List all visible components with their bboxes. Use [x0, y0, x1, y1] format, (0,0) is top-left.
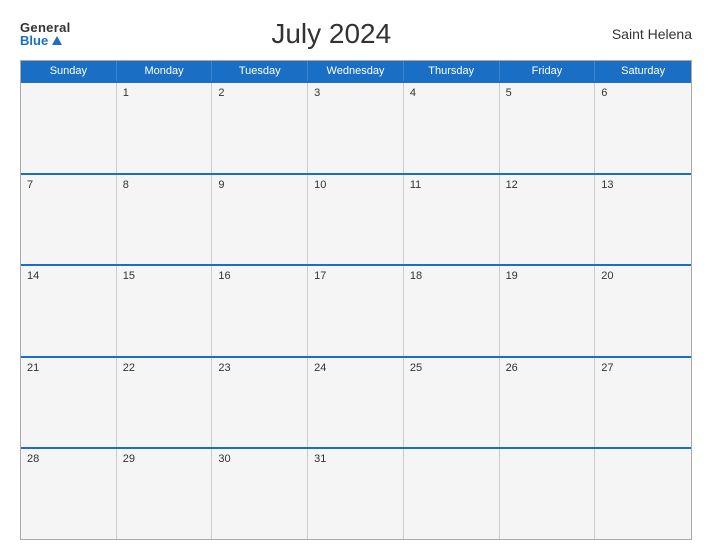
page: General Blue July 2024 Saint Helena Sund… — [0, 0, 712, 550]
day-headers: SundayMondayTuesdayWednesdayThursdayFrid… — [21, 61, 691, 81]
day-cell: 24 — [308, 358, 404, 448]
day-cell: 23 — [212, 358, 308, 448]
day-number: 23 — [218, 362, 301, 374]
day-header-sunday: Sunday — [21, 61, 117, 81]
logo-blue: Blue — [20, 34, 62, 47]
day-cell: 28 — [21, 449, 117, 539]
calendar: SundayMondayTuesdayWednesdayThursdayFrid… — [20, 60, 692, 540]
day-number: 20 — [601, 270, 685, 282]
day-number: 8 — [123, 179, 206, 191]
day-cell — [404, 449, 500, 539]
month-title: July 2024 — [71, 18, 592, 50]
day-cell: 14 — [21, 266, 117, 356]
day-cell: 7 — [21, 175, 117, 265]
day-cell: 18 — [404, 266, 500, 356]
day-cell: 17 — [308, 266, 404, 356]
day-cell — [21, 83, 117, 173]
day-cell: 15 — [117, 266, 213, 356]
day-header-saturday: Saturday — [595, 61, 691, 81]
day-number: 17 — [314, 270, 397, 282]
day-cell: 4 — [404, 83, 500, 173]
day-cell: 30 — [212, 449, 308, 539]
day-cell: 31 — [308, 449, 404, 539]
day-number: 24 — [314, 362, 397, 374]
day-number: 28 — [27, 453, 110, 465]
day-number: 15 — [123, 270, 206, 282]
day-cell: 13 — [595, 175, 691, 265]
day-number: 6 — [601, 87, 685, 99]
day-number: 13 — [601, 179, 685, 191]
day-number: 12 — [506, 179, 589, 191]
day-number: 4 — [410, 87, 493, 99]
day-number: 29 — [123, 453, 206, 465]
day-cell: 25 — [404, 358, 500, 448]
day-number: 9 — [218, 179, 301, 191]
day-cell: 9 — [212, 175, 308, 265]
day-cell: 11 — [404, 175, 500, 265]
day-cell — [500, 449, 596, 539]
day-number: 5 — [506, 87, 589, 99]
location: Saint Helena — [592, 26, 692, 42]
day-number: 3 — [314, 87, 397, 99]
day-cell — [595, 449, 691, 539]
day-header-tuesday: Tuesday — [212, 61, 308, 81]
day-cell: 2 — [212, 83, 308, 173]
day-cell: 16 — [212, 266, 308, 356]
logo-area: General Blue — [20, 21, 71, 47]
day-number: 26 — [506, 362, 589, 374]
header: General Blue July 2024 Saint Helena — [20, 18, 692, 50]
day-cell: 22 — [117, 358, 213, 448]
day-cell: 5 — [500, 83, 596, 173]
week-row-3: 14 15 16 17 18 19 20 — [21, 264, 691, 356]
day-cell: 12 — [500, 175, 596, 265]
day-cell: 27 — [595, 358, 691, 448]
day-number: 7 — [27, 179, 110, 191]
day-cell: 19 — [500, 266, 596, 356]
day-number: 1 — [123, 87, 206, 99]
day-number: 31 — [314, 453, 397, 465]
day-header-thursday: Thursday — [404, 61, 500, 81]
day-cell: 8 — [117, 175, 213, 265]
day-number: 27 — [601, 362, 685, 374]
week-row-2: 7 89 10 11 12 13 — [21, 173, 691, 265]
day-number: 21 — [27, 362, 110, 374]
day-number: 2 — [218, 87, 301, 99]
logo-triangle-icon — [52, 36, 62, 45]
day-cell: 3 — [308, 83, 404, 173]
day-cell: 20 — [595, 266, 691, 356]
week-row-5: 28 29 30 31 — [21, 447, 691, 539]
day-number: 18 — [410, 270, 493, 282]
day-cell: 29 — [117, 449, 213, 539]
day-cell: 6 — [595, 83, 691, 173]
day-number: 19 — [506, 270, 589, 282]
day-header-friday: Friday — [500, 61, 596, 81]
day-number: 22 — [123, 362, 206, 374]
day-cell: 21 — [21, 358, 117, 448]
day-number: 30 — [218, 453, 301, 465]
day-cell: 1 — [117, 83, 213, 173]
day-header-wednesday: Wednesday — [308, 61, 404, 81]
day-cell: 26 — [500, 358, 596, 448]
day-number: 10 — [314, 179, 397, 191]
day-number: 16 — [218, 270, 301, 282]
week-row-1: 123456 — [21, 81, 691, 173]
day-number: 25 — [410, 362, 493, 374]
day-number: 11 — [410, 179, 493, 191]
week-row-4: 21 22 23 24 25 26 27 — [21, 356, 691, 448]
day-number: 14 — [27, 270, 110, 282]
day-cell: 10 — [308, 175, 404, 265]
day-header-monday: Monday — [117, 61, 213, 81]
